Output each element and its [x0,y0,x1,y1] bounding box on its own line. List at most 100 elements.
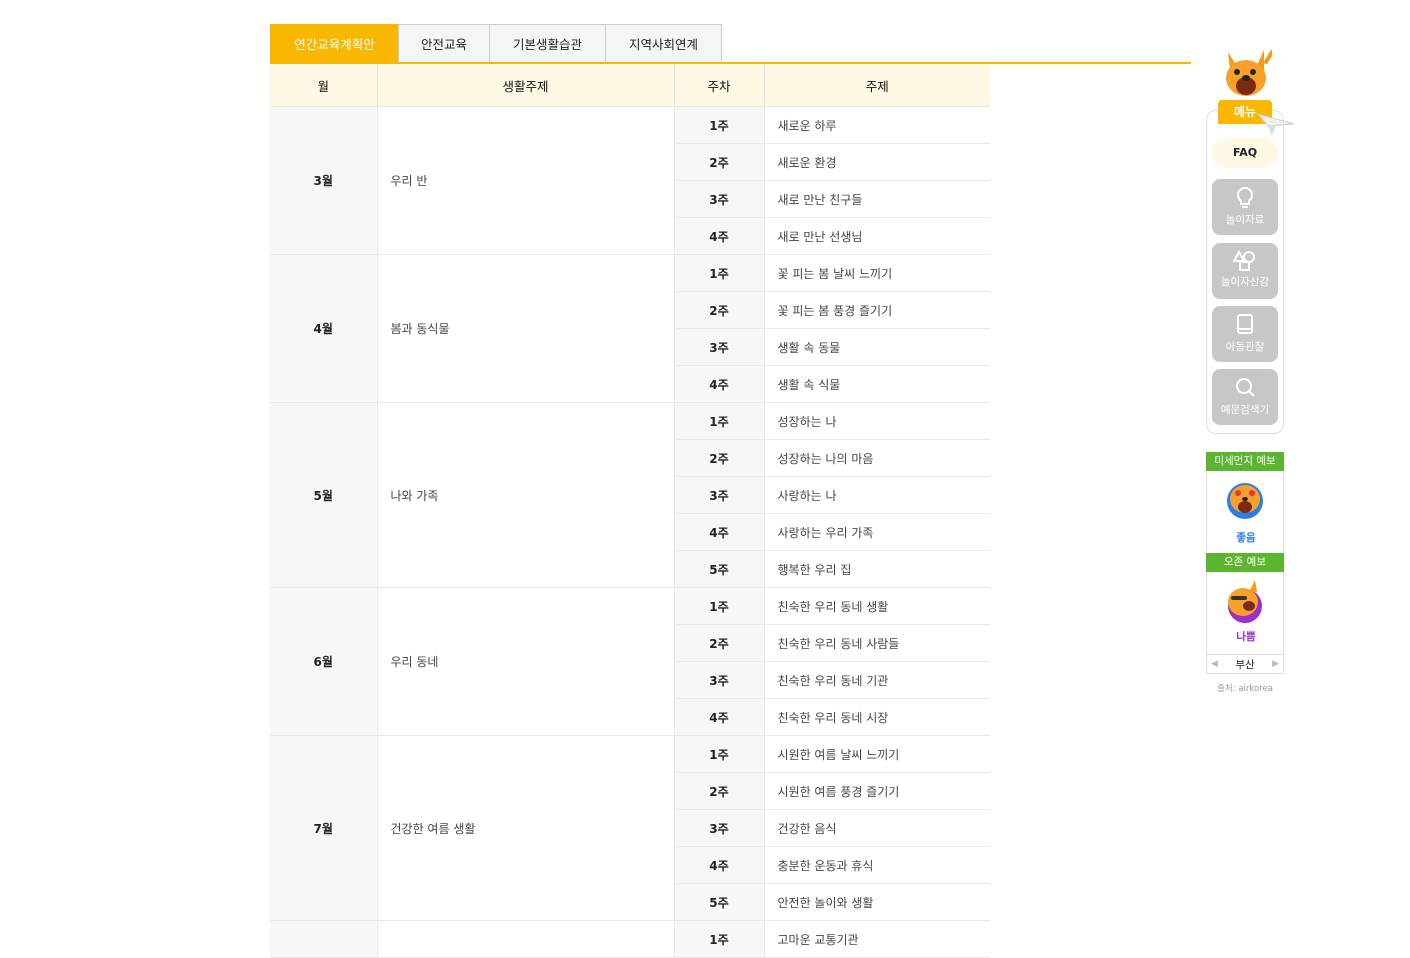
child-observation-label: 아동관찰 [1225,341,1265,353]
week-cell: 2주 [674,439,765,477]
week-cell: 3주 [674,809,765,847]
week-cell: 1주 [674,587,765,625]
topic-cell: 꽃 피는 봄 날씨 느끼기 [764,254,990,292]
week-cell: 2주 [674,143,765,181]
sad-dog-icon [1228,580,1262,623]
tab-safety-education[interactable]: 안전교육 [398,24,490,62]
month-cell: 7월 [270,735,378,921]
header-week: 주차 [674,64,765,107]
topic-cell: 성장하는 나 [764,402,990,440]
header-month: 월 [270,64,378,107]
topic-cell: 친숙한 우리 동네 시장 [764,698,990,736]
week-cell: 4주 [674,365,765,403]
paper-plane-icon [1256,113,1295,136]
topic-cell: 행복한 우리 집 [764,550,990,588]
topic-cell: 친숙한 우리 동네 생활 [764,587,990,625]
tab-basic-habits[interactable]: 기본생활습관 [489,24,606,62]
table-row: 7월 건강한 여름 생활 1주 시원한 여름 날씨 느끼기 [270,735,990,921]
tab-community[interactable]: 지역사회연계 [605,24,722,62]
tab-bar: 연간교육계획안 안전교육 기본생활습관 지역사회연계 [270,24,722,62]
topic-cell: 새로운 하루 [764,106,990,144]
topic-cell: 친숙한 우리 동네 기관 [764,661,990,699]
region-name: 부산 [1235,658,1255,671]
week-cell: 3주 [674,180,765,218]
week-cell: 3주 [674,661,765,699]
life-theme-cell: 우리 동네 [377,587,675,736]
table-row: 6월 우리 동네 1주 친숙한 우리 동네 생활 [270,587,990,736]
table-row: 5월 나와 가족 1주 성장하는 나 [270,402,990,588]
table-row: 1주 고마운 교통기관 [270,920,990,958]
child-observation-button[interactable]: 아동관찰 [1212,306,1278,362]
topic-cell: 새로운 환경 [764,143,990,181]
week-cell: 2주 [674,772,765,810]
week-cell: 1주 [674,254,765,292]
fine-dust-box: 좋음 [1206,471,1284,553]
ozone-box: 나쁨 [1206,572,1284,654]
table-row: 3월 우리 반 1주 새로운 하루 [270,106,990,255]
table-row: 4월 봄과 동식물 1주 꽃 피는 봄 날씨 느끼기 [270,254,990,403]
happy-dog-icon [1227,483,1263,519]
life-theme-cell [377,920,675,958]
topic-cell: 고마운 교통기관 [764,920,990,958]
life-theme-cell: 우리 반 [377,106,675,255]
faq-button[interactable]: FAQ [1212,138,1278,168]
month-cell [270,920,378,958]
annual-plan-table: 월 생활주제 주차 주제 3월 우리 반 1주 새로운 하루 2주 새로운 환경 3주 새로 … [270,64,990,958]
topic-cell: 시원한 여름 날씨 느끼기 [764,735,990,773]
data-source: 출처: airkorea [1217,684,1273,694]
search-icon [1236,378,1255,397]
topic-cell: 새로 만난 선생님 [764,217,990,255]
week-cell: 4주 [674,698,765,736]
week-cell: 1주 [674,735,765,773]
example-search-button[interactable]: 예문검색기 [1212,369,1278,425]
topic-cell: 생활 속 동물 [764,328,990,366]
month-cell: 3월 [270,106,378,255]
topic-cell: 건강한 음식 [764,809,990,847]
topic-cell: 사랑하는 나 [764,476,990,514]
prev-arrow-icon[interactable]: ◀ [1211,659,1218,669]
play-assets-label: 놀이자산감 [1220,276,1270,288]
play-assets-button[interactable]: 놀이자산감 [1212,243,1278,299]
shapes-icon [1233,250,1255,271]
week-cell: 2주 [674,291,765,329]
region-selector: ◀ 부산 ▶ [1206,654,1284,674]
table-header-row: 월 생활주제 주차 주제 [270,64,990,107]
topic-cell: 충분한 운동과 휴식 [764,846,990,884]
month-cell: 4월 [270,254,378,403]
life-theme-cell: 건강한 여름 생활 [377,735,675,921]
ozone-status: 나쁨 [1236,631,1256,643]
example-search-label: 예문검색기 [1220,404,1270,416]
week-cell: 1주 [674,106,765,144]
topic-cell: 새로 만난 친구들 [764,180,990,218]
header-topic: 주제 [764,64,990,107]
topic-cell: 시원한 여름 풍경 즐기기 [764,772,990,810]
topic-cell: 꽃 피는 봄 풍경 즐기기 [764,291,990,329]
week-cell: 4주 [674,846,765,884]
header-life-theme: 생활주제 [377,64,675,107]
topic-cell: 생활 속 식물 [764,365,990,403]
month-cell: 6월 [270,587,378,736]
lightbulb-icon [1236,186,1254,208]
topic-cell: 성장하는 나의 마음 [764,439,990,477]
topic-cell: 친숙한 우리 동네 사람들 [764,624,990,662]
week-cell: 3주 [674,328,765,366]
week-cell: 2주 [674,624,765,662]
week-cell: 1주 [674,402,765,440]
next-arrow-icon[interactable]: ▶ [1272,659,1279,669]
fine-dust-title: 미세먼지 예보 [1206,452,1284,471]
week-cell: 5주 [674,883,765,921]
week-cell: 4주 [674,513,765,551]
week-cell: 1주 [674,920,765,958]
month-cell: 5월 [270,402,378,588]
play-materials-label: 놀이자료 [1225,214,1265,226]
ozone-title: 오존 예보 [1206,553,1284,572]
play-materials-button[interactable]: 놀이자료 [1212,179,1278,235]
tab-annual-plan[interactable]: 연간교육계획안 [270,24,399,62]
book-icon [1237,314,1253,334]
week-cell: 5주 [674,550,765,588]
week-cell: 3주 [674,476,765,514]
life-theme-cell: 봄과 동식물 [377,254,675,403]
topic-cell: 사랑하는 우리 가족 [764,513,990,551]
week-cell: 4주 [674,217,765,255]
topic-cell: 안전한 놀이와 생활 [764,883,990,921]
